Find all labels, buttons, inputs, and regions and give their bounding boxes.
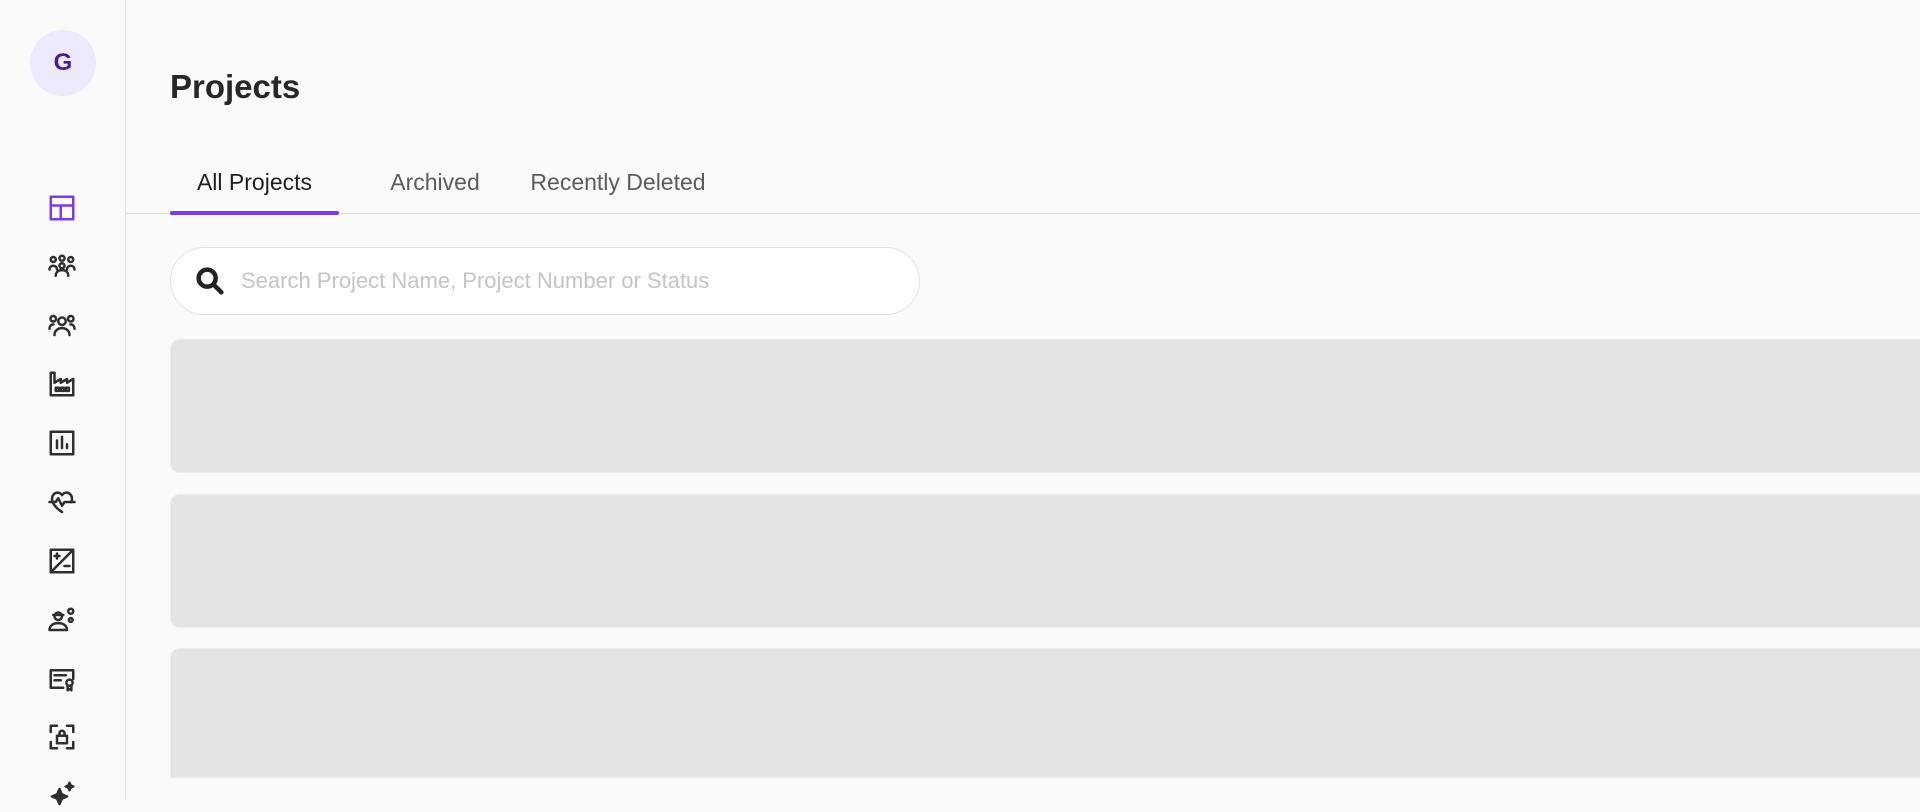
main-content: Projects All Projects Archived Recently … — [126, 0, 1920, 800]
sidebar-item-calculator[interactable] — [44, 543, 80, 579]
sidebar-item-reports[interactable] — [44, 425, 80, 461]
sidebar-item-dashboard[interactable] — [44, 190, 80, 226]
project-tabs: All Projects Archived Recently Deleted — [126, 150, 1920, 215]
sidebar-item-people[interactable] — [44, 307, 80, 343]
worker-gear-icon — [48, 607, 75, 632]
search-icon — [196, 267, 224, 295]
tab-archived[interactable]: Archived — [356, 150, 514, 214]
sparkle-icon — [50, 781, 75, 806]
certificate-icon — [49, 669, 75, 692]
sidebar-item-workers[interactable] — [44, 602, 80, 638]
sidebar-item-certificates[interactable] — [44, 661, 80, 697]
bar-chart-icon — [49, 430, 75, 456]
user-avatar[interactable]: G — [30, 30, 96, 96]
tab-all-projects[interactable]: All Projects — [170, 150, 339, 215]
page-title: Projects — [170, 68, 301, 105]
sidebar-item-security[interactable] — [44, 719, 80, 755]
sidebar-item-facilities[interactable] — [44, 366, 80, 402]
factory-icon — [49, 371, 75, 397]
sidebar-item-ai[interactable] — [44, 776, 80, 812]
dashboard-icon — [49, 195, 75, 221]
sidebar-item-health[interactable] — [44, 484, 80, 520]
project-card-placeholder — [170, 339, 1920, 473]
security-lock-icon — [49, 724, 75, 750]
search-input[interactable] — [241, 261, 881, 301]
tab-recently-deleted[interactable]: Recently Deleted — [518, 150, 718, 214]
health-icon — [48, 491, 76, 514]
search-bar[interactable] — [170, 247, 920, 315]
project-card-placeholder — [170, 648, 1920, 778]
sidebar: G — [0, 0, 126, 806]
project-card-placeholder — [170, 494, 1920, 628]
sidebar-item-teams[interactable] — [44, 249, 80, 285]
people-icon — [48, 314, 76, 337]
team-icon — [48, 254, 76, 277]
calculator-icon — [49, 548, 75, 574]
